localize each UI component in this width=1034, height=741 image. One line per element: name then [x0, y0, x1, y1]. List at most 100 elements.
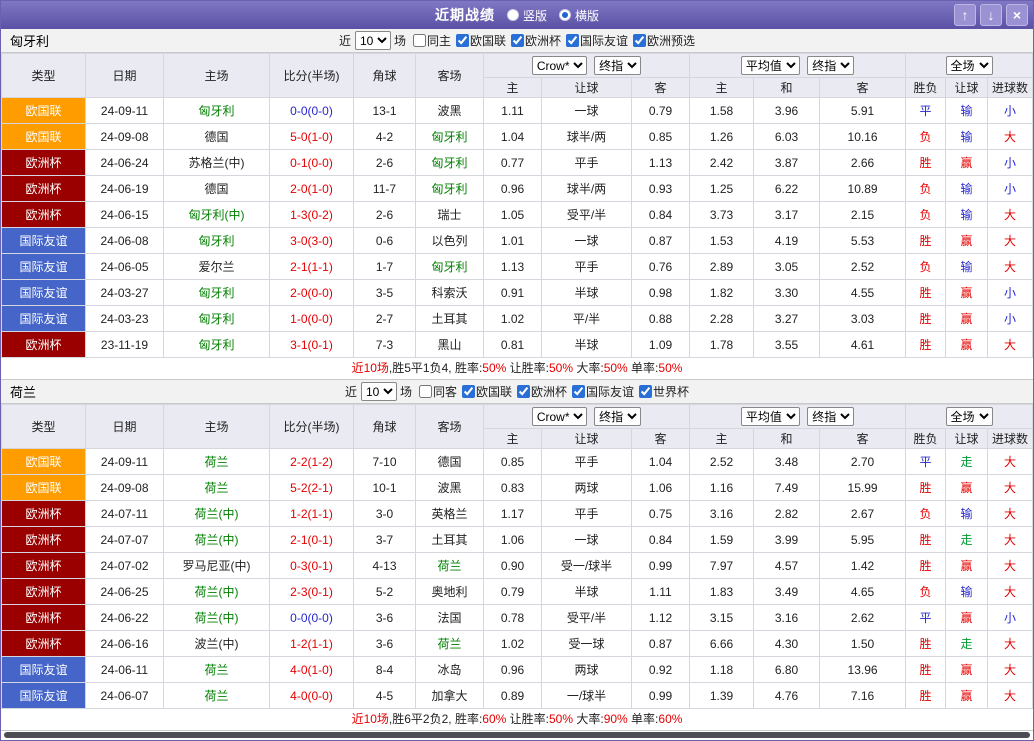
competition-filter[interactable]: 欧洲预选	[628, 32, 695, 49]
summary-segment: 90%	[604, 712, 628, 726]
same-venue-filter[interactable]: 同客	[414, 383, 457, 400]
result-handicap: 输	[946, 579, 988, 605]
result-goals: 大	[988, 449, 1033, 475]
competition-filter[interactable]: 世界杯	[634, 383, 689, 400]
handicap-home-odds: 1.02	[484, 631, 542, 657]
home-team: 德国	[164, 176, 270, 202]
bookmaker-select[interactable]: Crow*	[532, 56, 587, 75]
handicap-home-odds: 0.83	[484, 475, 542, 501]
match-date: 24-09-08	[86, 124, 164, 150]
match-row: 国际友谊24-06-11荷兰4-0(1-0)8-4冰岛0.96两球0.921.1…	[2, 657, 1033, 683]
competition-filter[interactable]: 欧洲杯	[506, 32, 561, 49]
bookmaker-select[interactable]: Crow*	[532, 407, 587, 426]
sub-header-handicap-home: 主	[484, 429, 542, 449]
score: 3-1(0-1)	[270, 332, 354, 358]
away-team: 奥地利	[416, 579, 484, 605]
competition-type: 欧国联	[2, 124, 86, 150]
handicap-away-odds: 0.79	[632, 98, 690, 124]
competition-filter[interactable]: 欧国联	[457, 383, 512, 400]
competition-checkbox[interactable]	[517, 385, 530, 398]
final-odds-select-2[interactable]: 终指	[807, 407, 854, 426]
corner-count: 0-6	[354, 228, 416, 254]
summary-segment: 近10场	[352, 712, 389, 726]
scroll-down-button[interactable]: ↓	[980, 4, 1002, 26]
avg-draw-odds: 3.48	[754, 449, 820, 475]
handicap-line: 一球	[542, 98, 632, 124]
competition-label: 欧洲杯	[531, 383, 567, 400]
result-outcome: 胜	[906, 150, 946, 176]
competition-checkbox[interactable]	[456, 34, 469, 47]
competition-filter[interactable]: 国际友谊	[561, 32, 628, 49]
avg-draw-odds: 3.87	[754, 150, 820, 176]
final-odds-select[interactable]: 终指	[594, 407, 641, 426]
scope-select[interactable]: 全场	[946, 56, 993, 75]
summary-segment: 60%	[482, 712, 506, 726]
column-header-corner: 角球	[354, 405, 416, 449]
match-date: 24-03-27	[86, 280, 164, 306]
result-outcome: 负	[906, 176, 946, 202]
corner-count: 3-5	[354, 280, 416, 306]
same-venue-checkbox[interactable]	[419, 385, 432, 398]
same-venue-label: 同客	[433, 383, 457, 400]
same-venue-filter[interactable]: 同主	[408, 32, 451, 49]
avg-away-odds: 5.91	[820, 98, 906, 124]
avg-home-odds: 1.18	[690, 657, 754, 683]
sub-header-avg-home: 主	[690, 78, 754, 98]
competition-filter[interactable]: 欧国联	[451, 32, 506, 49]
score: 0-3(0-1)	[270, 553, 354, 579]
result-handicap: 赢	[946, 475, 988, 501]
match-date: 24-06-19	[86, 176, 164, 202]
result-goals: 大	[988, 124, 1033, 150]
match-date: 24-06-24	[86, 150, 164, 176]
result-goals: 大	[988, 475, 1033, 501]
match-count-select[interactable]: 10	[355, 31, 391, 50]
avg-draw-odds: 6.80	[754, 657, 820, 683]
competition-checkbox[interactable]	[511, 34, 524, 47]
competition-filter[interactable]: 国际友谊	[567, 383, 634, 400]
score: 1-2(1-1)	[270, 631, 354, 657]
scroll-up-button[interactable]: ↑	[954, 4, 976, 26]
match-count-select[interactable]: 10	[361, 382, 397, 401]
score: 2-3(0-1)	[270, 579, 354, 605]
scope-select[interactable]: 全场	[946, 407, 993, 426]
layout-radio-horizontal[interactable]: 横版	[559, 7, 599, 24]
final-odds-select-2[interactable]: 终指	[807, 56, 854, 75]
average-select[interactable]: 平均值	[741, 407, 800, 426]
competition-type: 欧洲杯	[2, 631, 86, 657]
competition-checkbox[interactable]	[572, 385, 585, 398]
horizontal-scrollbar[interactable]	[4, 732, 1030, 738]
avg-home-odds: 1.58	[690, 98, 754, 124]
competition-filter[interactable]: 欧洲杯	[512, 383, 567, 400]
final-odds-select[interactable]: 终指	[594, 56, 641, 75]
result-outcome: 负	[906, 124, 946, 150]
handicap-away-odds: 1.13	[632, 150, 690, 176]
handicap-line: 一球	[542, 527, 632, 553]
avg-away-odds: 1.42	[820, 553, 906, 579]
avg-away-odds: 4.55	[820, 280, 906, 306]
handicap-home-odds: 1.04	[484, 124, 542, 150]
competition-checkbox[interactable]	[639, 385, 652, 398]
corner-count: 3-7	[354, 527, 416, 553]
competition-checkbox[interactable]	[462, 385, 475, 398]
competition-type: 欧洲杯	[2, 150, 86, 176]
handicap-away-odds: 0.84	[632, 527, 690, 553]
match-row: 欧洲杯24-07-07荷兰(中)2-1(0-1)3-7土耳其1.06一球0.84…	[2, 527, 1033, 553]
handicap-line: 一球	[542, 228, 632, 254]
sub-header-result-goals: 进球数	[988, 78, 1033, 98]
away-team: 匈牙利	[416, 124, 484, 150]
average-select[interactable]: 平均值	[741, 56, 800, 75]
same-venue-checkbox[interactable]	[413, 34, 426, 47]
competition-checkbox[interactable]	[566, 34, 579, 47]
close-button[interactable]: ×	[1006, 4, 1028, 26]
summary-row: 近10场,胜6平2负2, 胜率:60% 让胜率:50% 大率:90% 单率:60…	[1, 709, 1033, 731]
score: 5-0(1-0)	[270, 124, 354, 150]
competition-label: 国际友谊	[586, 383, 634, 400]
competition-checkbox[interactable]	[633, 34, 646, 47]
result-handicap: 输	[946, 202, 988, 228]
result-outcome: 负	[906, 579, 946, 605]
column-header-type: 类型	[2, 54, 86, 98]
result-outcome: 负	[906, 254, 946, 280]
scope-group-header: 全场	[906, 54, 1033, 78]
layout-radio-vertical[interactable]: 竖版	[507, 7, 547, 24]
result-handicap: 赢	[946, 657, 988, 683]
